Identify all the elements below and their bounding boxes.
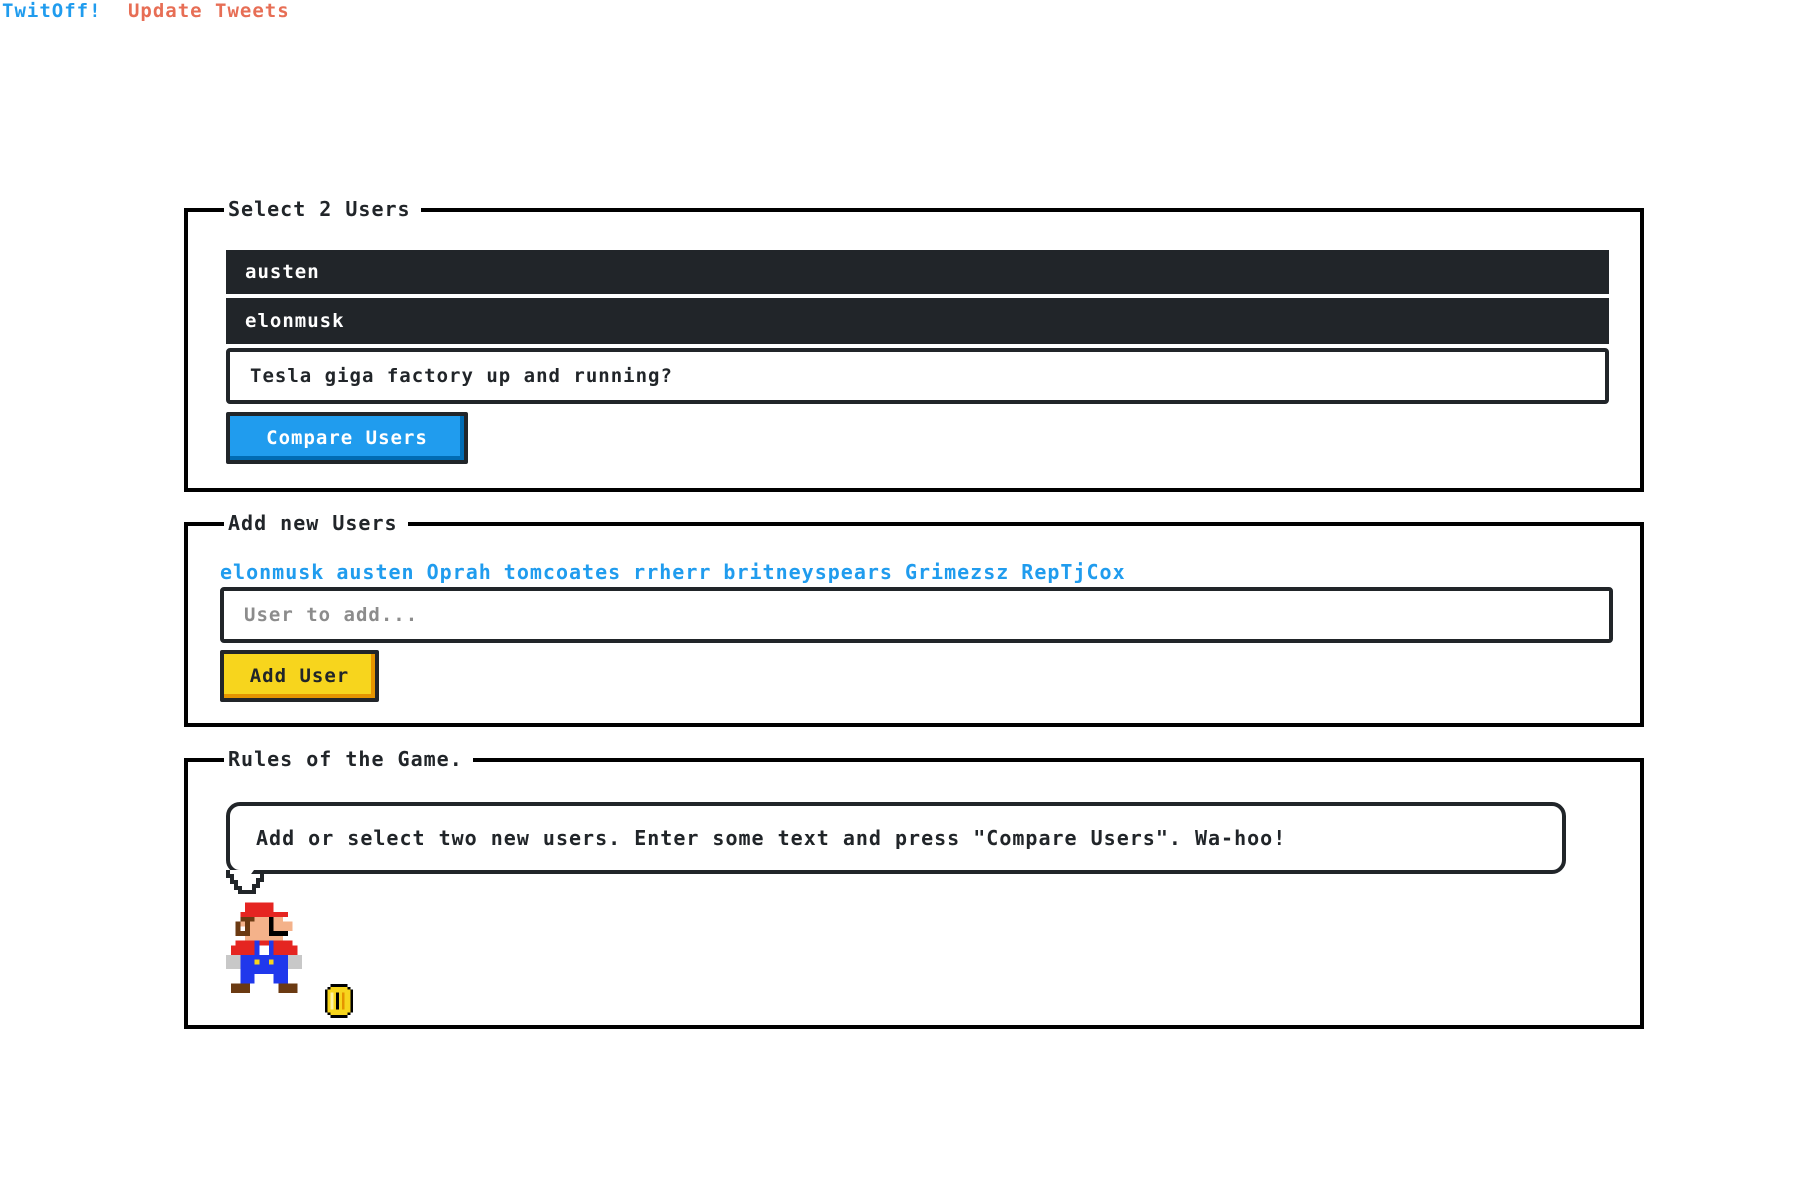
mario-sprite-icon	[226, 902, 302, 993]
tweet-text-input[interactable]	[226, 348, 1609, 404]
update-tweets-link[interactable]: Update Tweets	[128, 0, 290, 22]
user-option-elonmusk[interactable]: elonmusk	[226, 298, 1609, 344]
select-users-panel: Select 2 Users austen elonmusk Compare U…	[184, 197, 1644, 492]
user-link-britneyspears[interactable]: britneyspears	[723, 560, 893, 584]
coin-icon	[324, 984, 354, 1018]
rules-panel: Rules of the Game. Add or select two new…	[184, 747, 1644, 1029]
user-link-elonmusk[interactable]: elonmusk	[220, 560, 324, 584]
add-users-title: Add new Users	[224, 511, 408, 535]
add-users-panel: Add new Users elonmusk austen Oprah tomcoat…	[184, 511, 1644, 727]
user-link-rrherr[interactable]: rrherr	[633, 560, 711, 584]
rules-title: Rules of the Game.	[224, 747, 473, 771]
top-nav: TwitOff! Update Tweets	[2, 0, 290, 22]
speech-balloon: Add or select two new users. Enter some …	[226, 802, 1566, 874]
user-to-add-input[interactable]	[220, 587, 1613, 643]
brand-link[interactable]: TwitOff!	[2, 0, 102, 22]
user-link-grimezsz[interactable]: Grimezsz	[905, 560, 1009, 584]
user-link-oprah[interactable]: Oprah	[427, 560, 492, 584]
user-link-tomcoates[interactable]: tomcoates	[504, 560, 621, 584]
user-link-reptjcox[interactable]: RepTjCox	[1021, 560, 1125, 584]
existing-users-list: elonmusk austen Oprah tomcoates rrherr britne…	[220, 560, 1138, 584]
compare-users-button[interactable]: Compare Users	[226, 412, 468, 464]
user-link-austen[interactable]: austen	[336, 560, 414, 584]
add-user-button[interactable]: Add User	[220, 650, 379, 702]
select-users-title: Select 2 Users	[224, 197, 421, 221]
balloon-tail-icon	[226, 870, 264, 894]
user-option-austen[interactable]: austen	[226, 250, 1609, 294]
